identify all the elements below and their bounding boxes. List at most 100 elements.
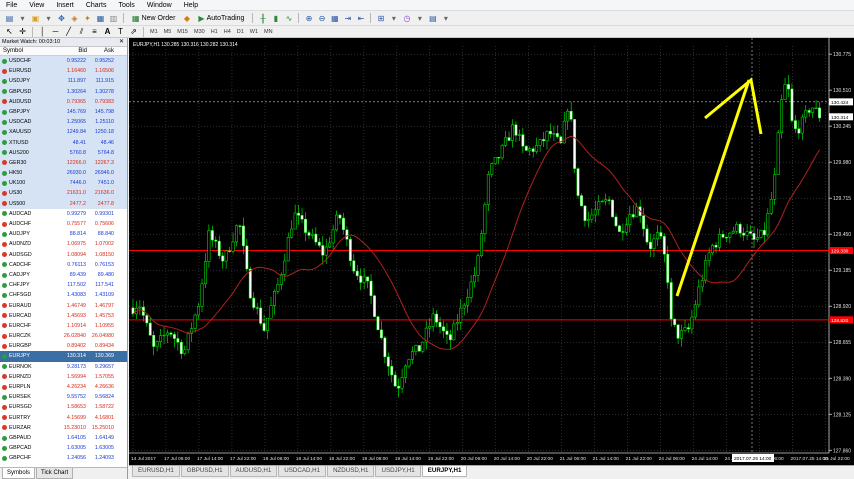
market-watch-row[interactable]: HK50 26930.0 26946.0 [0,168,127,179]
chart-canvas[interactable]: 130.775 130.510 130.245 129.980 129.715 129.4… [129,38,854,465]
chart-tab[interactable]: USDJPY,H1 [375,466,421,477]
periods-icon[interactable]: ◷ [401,13,412,24]
profiles-folder-icon[interactable]: ▣ [30,13,41,24]
market-watch-row[interactable]: AUDJPY 88.814 88.840 [0,229,127,240]
market-watch-row[interactable]: GBPUSD 1.30264 1.30278 [0,86,127,97]
market-watch-row[interactable]: XTIUSD 48.41 48.46 [0,137,127,148]
candlestick-icon[interactable]: ▮ [270,13,281,24]
market-watch-row[interactable]: UK100 7446.0 7451.0 [0,178,127,189]
market-watch-row[interactable]: AUDCAD 0.99279 0.99301 [0,208,127,219]
timeframe-d1[interactable]: D1 [234,27,247,37]
text-label-icon[interactable]: T [115,26,126,37]
market-watch-row[interactable]: AUS200 5760.8 5764.8 [0,147,127,158]
autoscroll-icon[interactable]: ⇥ [342,13,353,24]
chart-tab[interactable]: GBPUSD,H1 [180,466,229,477]
new-order-button[interactable]: ▦ New Order [128,12,179,24]
menu-file[interactable]: File [0,0,23,11]
timeframe-m15[interactable]: M15 [174,27,191,37]
market-watch-row[interactable]: US500 2477.2 2477.8 [0,198,127,209]
fibonacci-icon[interactable]: ≡ [89,26,100,37]
templates-dropdown-icon[interactable]: ▾ [440,13,451,24]
market-watch-row[interactable]: GBPCHF 1.24056 1.24093 [0,453,127,463]
vertical-line-icon[interactable]: │ [37,26,48,37]
timeframe-w1[interactable]: W1 [247,27,261,37]
market-watch-row[interactable]: GBPCAD 1.63005 1.63005 [0,443,127,454]
chart-tab[interactable]: EURUSD,H1 [132,466,180,477]
column-ask[interactable]: Ask [88,47,116,55]
timeframe-h4[interactable]: H4 [221,27,234,37]
timeframe-mn[interactable]: MN [261,27,276,37]
market-watch-row[interactable]: CADCHF 0.76113 0.76153 [0,259,127,270]
market-watch-row[interactable]: USDJPY 111.897 111.915 [0,76,127,87]
market-watch-row[interactable]: GBPJPY 145.769 145.798 [0,106,127,118]
market-watch-row[interactable]: CHFJPY 117.502 117.541 [0,280,127,291]
market-watch-row[interactable]: CADJPY 89.439 89.480 [0,269,127,281]
profiles-dropdown-icon[interactable]: ▾ [43,13,54,24]
market-watch-row[interactable]: EURSEK 9.55752 9.56824 [0,392,127,403]
cursor-icon[interactable]: ↖ [4,26,15,37]
tile-icon[interactable]: ▦ [329,13,340,24]
bar-chart-icon[interactable]: ╫ [257,13,268,24]
market-watch-row[interactable]: AUDCHF 0.75577 0.75606 [0,219,127,230]
zoom-out-icon[interactable]: ⊖ [316,13,327,24]
crosshair-icon[interactable]: ✛ [17,26,28,37]
tab-tick-chart[interactable]: Tick Chart [36,468,74,479]
new-chart-icon[interactable]: ▤ [4,13,15,24]
market-watch-row[interactable]: XAUUSD 1249.84 1250.18 [0,127,127,138]
price-chart[interactable]: 130.775 130.510 130.245 129.980 129.715 129.4… [129,38,854,465]
market-watch-row[interactable]: EURZAR 15.23010 15.25010 [0,422,127,433]
menu-charts[interactable]: Charts [80,0,113,11]
data-window-icon[interactable]: ◈ [69,13,80,24]
menu-insert[interactable]: Insert [50,0,80,11]
menu-help[interactable]: Help [178,0,204,11]
trendline-icon[interactable]: ╱ [63,26,74,37]
column-symbol[interactable]: Symbol [0,47,60,55]
timeframe-m5[interactable]: M5 [161,27,175,37]
chart-tab[interactable]: AUDUSD,H1 [229,466,278,477]
market-watch-row[interactable]: AUDSGD 1.08094 1.08150 [0,249,127,260]
market-watch-row[interactable]: USDCAD 1.25065 1.25110 [0,117,127,128]
market-watch-row[interactable]: EURCZK 26.02840 26.04980 [0,331,127,342]
market-watch-row[interactable]: EURNZD 1.56994 1.57055 [0,371,127,382]
market-watch-row[interactable]: EURGBP 0.89402 0.89434 [0,341,127,352]
market-watch-row[interactable]: AUDUSD 0.79365 0.79383 [0,96,127,107]
horizontal-line-icon[interactable]: ─ [50,26,61,37]
chart-tab[interactable]: USDCAD,H1 [278,466,327,477]
market-watch-row[interactable]: GER30 12266.0 12267.3 [0,157,127,169]
market-watch-row[interactable]: EURCHF 1.10914 1.10955 [0,320,127,332]
chart-shift-icon[interactable]: ⇤ [355,13,366,24]
market-watch-row[interactable]: EURPLN 4.26234 4.26636 [0,382,127,393]
indicators-dropdown-icon[interactable]: ▾ [388,13,399,24]
navigator-icon[interactable]: ✦ [82,13,93,24]
market-watch-row[interactable]: EURTRY 4.15699 4.16801 [0,412,127,423]
market-watch-row[interactable]: EURAUD 1.46749 1.46797 [0,300,127,311]
market-watch-row[interactable]: AUDNZD 1.06975 1.07002 [0,239,127,250]
market-watch-row[interactable]: USDCHF 0.95222 0.95252 [0,56,127,67]
menu-tools[interactable]: Tools [112,0,140,11]
market-watch-row[interactable]: EURJPY 130.314 130.369 [0,351,127,362]
line-chart-icon[interactable]: ∿ [283,13,294,24]
menu-window[interactable]: Window [141,0,178,11]
timeframe-m30[interactable]: M30 [191,27,208,37]
market-watch-row[interactable]: EURUSD 1.16460 1.16506 [0,66,127,77]
arrows-icon[interactable]: ⇗ [128,26,139,37]
menu-view[interactable]: View [23,0,50,11]
zoom-in-icon[interactable]: ⊕ [303,13,314,24]
column-bid[interactable]: Bid [60,47,88,55]
chart-tab[interactable]: NZDUSD,H1 [327,466,375,477]
market-watch-row[interactable]: US30 21631.0 21636.0 [0,188,127,199]
autotrading-button[interactable]: ▶ AutoTrading [194,12,248,24]
market-watch-row[interactable]: EURSGD 1.58653 1.58722 [0,402,127,413]
timeframe-m1[interactable]: M1 [147,27,161,37]
periods-dropdown-icon[interactable]: ▾ [414,13,425,24]
indicators-icon[interactable]: ⊞ [375,13,386,24]
templates-icon[interactable]: ▤ [427,13,438,24]
timeframe-h1[interactable]: H1 [208,27,221,37]
chart-tab[interactable]: EURJPY,H1 [421,466,468,477]
metaeditor-icon[interactable]: ◆ [181,13,192,24]
profiles-icon[interactable]: ▾ [17,13,28,24]
close-icon[interactable]: ✕ [119,38,124,47]
market-watch-icon[interactable]: ✥ [56,13,67,24]
channel-icon[interactable]: ⫽ [76,26,87,37]
text-icon[interactable]: A [102,26,113,37]
